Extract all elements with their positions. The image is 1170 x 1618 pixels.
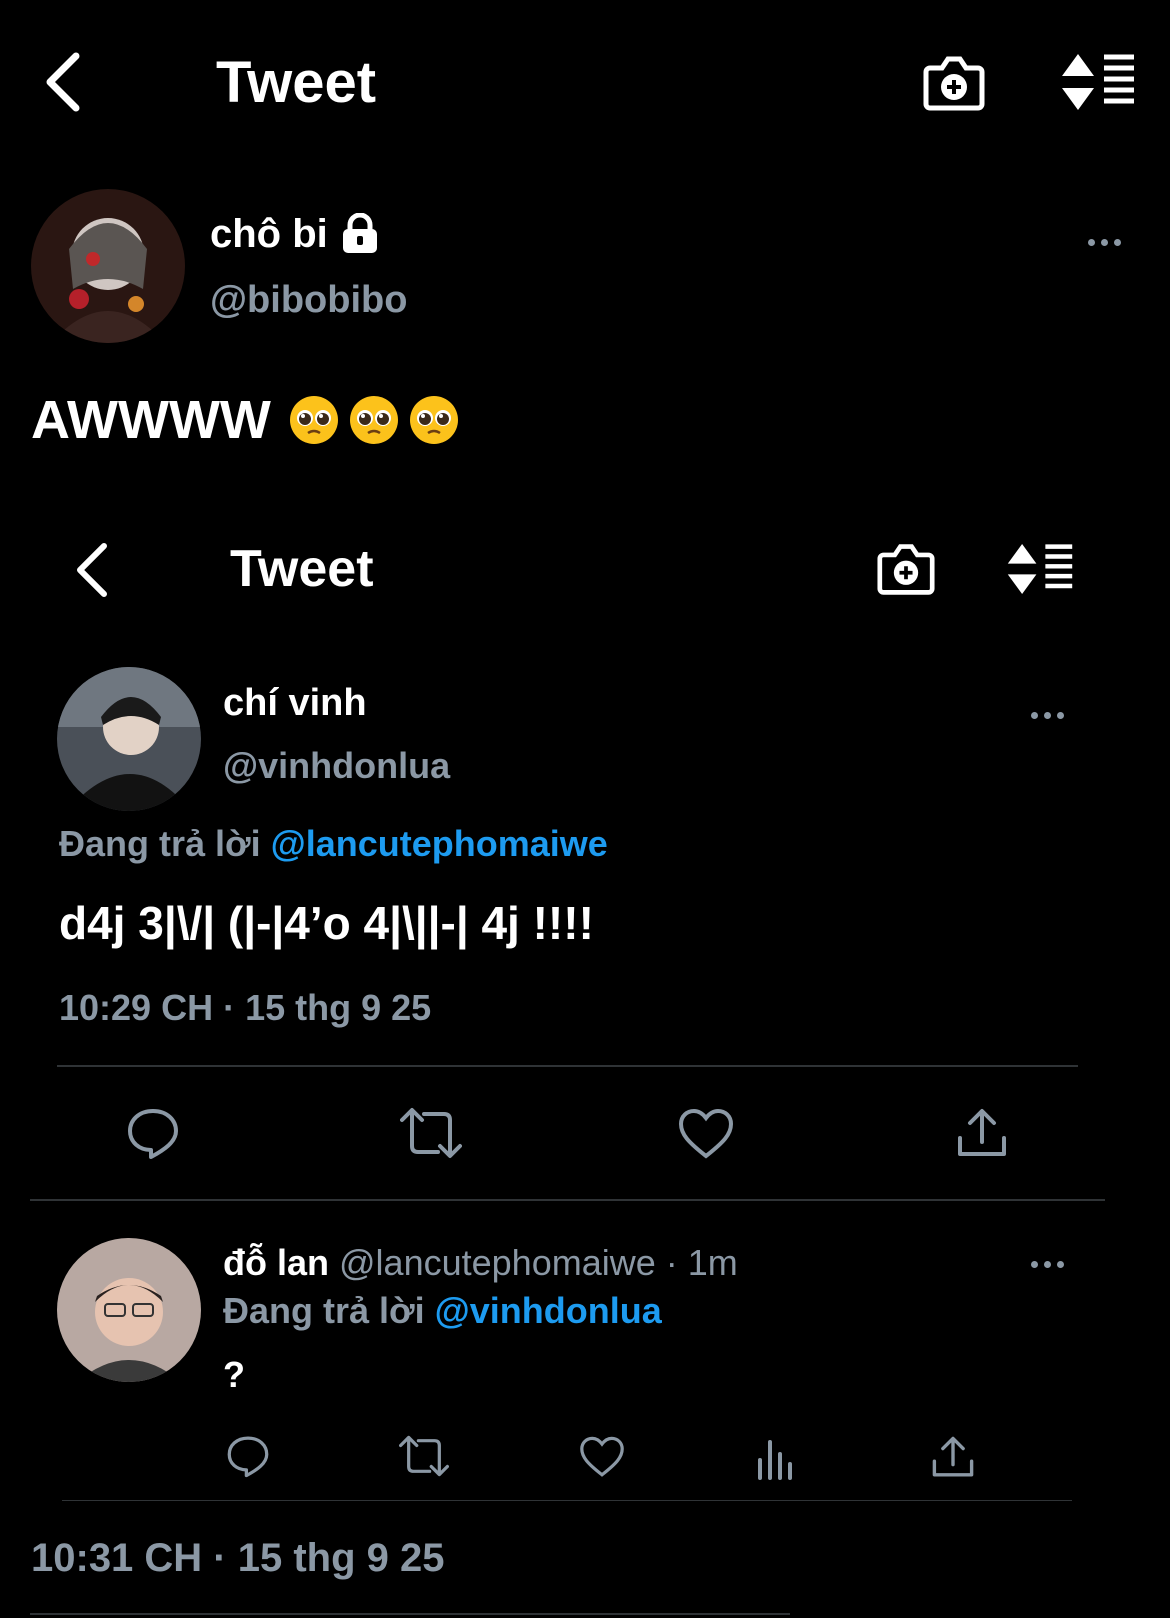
reply-retweet-button[interactable] bbox=[399, 1434, 449, 1478]
outer-back-button[interactable] bbox=[40, 50, 90, 114]
reply-author-handle[interactable]: @lancutephomaiwe bbox=[339, 1242, 656, 1283]
reply-reply-prefix: Đang trả lời bbox=[223, 1290, 425, 1331]
outer-tweet-timestamp: 10:31 CH · 15 thg 9 25 bbox=[31, 1536, 445, 1580]
reply-analytics-button[interactable] bbox=[756, 1436, 796, 1480]
inner-reply-button[interactable] bbox=[126, 1106, 180, 1160]
inner-tweet-timestamp: 10:29 CH · 15 thg 9 25 bbox=[59, 987, 432, 1028]
retweet-icon bbox=[399, 1435, 449, 1477]
reply-reply-button[interactable] bbox=[226, 1434, 270, 1478]
reply-icon bbox=[128, 1109, 178, 1159]
reply-separator: · bbox=[665, 1242, 678, 1283]
inner-add-photo-button[interactable] bbox=[876, 540, 936, 598]
more-icon bbox=[1088, 238, 1095, 246]
share-icon bbox=[958, 1109, 1006, 1156]
sort-icon bbox=[1062, 54, 1134, 110]
reply-icon bbox=[227, 1436, 269, 1478]
add-photo-icon bbox=[877, 544, 935, 595]
reply-reply-mention[interactable]: @vinhdonlua bbox=[435, 1290, 662, 1331]
reply-share-button[interactable] bbox=[931, 1434, 975, 1480]
outer-sort-button[interactable] bbox=[1060, 52, 1136, 112]
inner-page-title: Tweet bbox=[230, 540, 374, 598]
reply-author-name[interactable]: đỗ lan bbox=[223, 1242, 329, 1283]
back-arrow-icon bbox=[46, 52, 80, 112]
reply-header: đỗ lan @lancutephomaiwe · 1m bbox=[223, 1240, 738, 1286]
inner-reply-prefix: Đang trả lời bbox=[59, 823, 261, 864]
reply-tweet-text: ? bbox=[223, 1354, 245, 1395]
inner-reply-mention[interactable]: @lancutephomaiwe bbox=[271, 823, 608, 864]
inner-share-button[interactable] bbox=[956, 1106, 1008, 1160]
retweet-icon bbox=[400, 1108, 462, 1158]
inner-sort-button[interactable] bbox=[1006, 542, 1074, 596]
reply-more-button[interactable] bbox=[1031, 1258, 1064, 1270]
like-icon bbox=[678, 1108, 734, 1159]
reply-age: 1m bbox=[687, 1242, 738, 1283]
outer-more-button[interactable] bbox=[1088, 236, 1121, 248]
lock-icon bbox=[342, 213, 377, 253]
inner-divider-top bbox=[57, 1065, 1078, 1067]
outer-tweet-body: AWWWW bbox=[31, 390, 271, 450]
share-icon bbox=[932, 1436, 974, 1477]
inner-like-button[interactable] bbox=[678, 1108, 734, 1160]
pleading-face-emoji bbox=[409, 396, 458, 444]
outer-author-name[interactable]: chô bi bbox=[210, 210, 328, 258]
reply-context: Đang trả lời @vinhdonlua bbox=[223, 1288, 662, 1334]
more-icon bbox=[1031, 711, 1038, 719]
inner-back-button[interactable] bbox=[70, 540, 116, 600]
back-arrow-icon bbox=[77, 543, 107, 597]
analytics-icon bbox=[758, 1440, 792, 1480]
inner-tweet-text: d4j 3|\/| (|-|4’o 4|\||-| 4j !!!! bbox=[59, 897, 594, 949]
pleading-face-emoji bbox=[289, 396, 338, 444]
outer-divider-bottom bbox=[30, 1613, 790, 1615]
inner-author-name[interactable]: chí vinh bbox=[223, 680, 367, 726]
like-icon bbox=[580, 1436, 624, 1477]
inner-retweet-button[interactable] bbox=[400, 1106, 462, 1160]
sort-icon bbox=[1007, 543, 1073, 595]
outer-page-title: Tweet bbox=[216, 50, 377, 115]
add-photo-icon bbox=[923, 56, 985, 111]
reply-like-button[interactable] bbox=[579, 1436, 625, 1478]
more-icon bbox=[1031, 1260, 1038, 1268]
inner-reply-context: Đang trả lời @lancutephomaiwe bbox=[59, 821, 608, 867]
reply-divider bbox=[62, 1500, 1072, 1501]
outer-tweet-text: AWWWW bbox=[31, 388, 459, 452]
reply-author-avatar[interactable] bbox=[57, 1238, 201, 1382]
inner-author-handle[interactable]: @vinhdonlua bbox=[223, 743, 450, 789]
pleading-face-emoji bbox=[349, 396, 398, 444]
outer-author-handle[interactable]: @bibobibo bbox=[210, 276, 407, 324]
outer-author-avatar[interactable] bbox=[31, 189, 185, 343]
inner-divider-bottom bbox=[30, 1199, 1105, 1201]
outer-add-photo-button[interactable] bbox=[922, 52, 986, 114]
inner-more-button[interactable] bbox=[1031, 709, 1064, 721]
inner-author-avatar[interactable] bbox=[57, 667, 201, 811]
